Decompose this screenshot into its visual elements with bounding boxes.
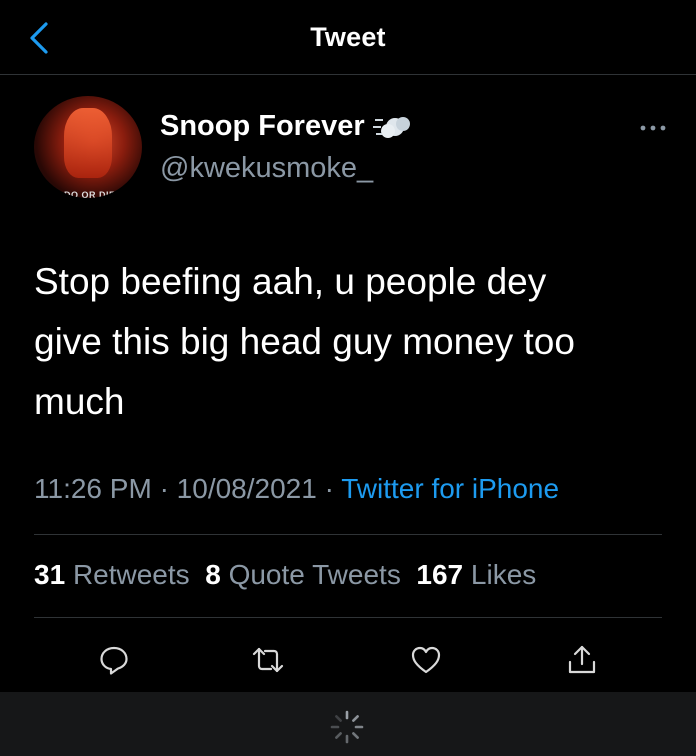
more-horizontal-icon	[640, 125, 666, 131]
reply-icon	[100, 646, 128, 675]
page-title: Tweet	[310, 22, 386, 52]
retweet-button[interactable]	[250, 642, 286, 678]
retweets-label: Retweets	[72, 559, 190, 590]
like-button[interactable]	[408, 642, 444, 678]
tweet-stats: 31 Retweets 8 Quote Tweets 167 Likes	[34, 559, 536, 591]
likes-label: Likes	[470, 559, 537, 590]
tweet-time: 11:26 PM	[34, 473, 152, 504]
tweet-meta: 11:26 PM · 10/08/2021 · Twitter for iPho…	[34, 473, 559, 505]
display-name-row[interactable]: Snoop Forever	[160, 110, 413, 143]
top-nav-bar: Tweet	[0, 0, 696, 75]
tweet-text: Stop beefing aah, u people dey give this…	[34, 261, 575, 422]
quote-tweets-stat[interactable]: 8 Quote Tweets	[205, 559, 401, 590]
dash-cloud-icon	[372, 116, 410, 138]
reply-button[interactable]	[96, 642, 132, 678]
share-icon	[568, 645, 596, 674]
separator: ·	[324, 473, 342, 504]
tweet-source-link[interactable]: Twitter for iPhone	[341, 473, 559, 504]
like-icon	[411, 646, 441, 674]
retweets-stat[interactable]: 31 Retweets	[34, 559, 190, 590]
user-handle[interactable]: @kwekusmoke_	[160, 152, 373, 185]
quotes-label: Quote Tweets	[228, 559, 401, 590]
loading-spinner-icon	[330, 710, 364, 744]
quotes-count: 8	[205, 559, 221, 590]
share-button[interactable]	[564, 642, 600, 678]
likes-stat[interactable]: 167 Likes	[416, 559, 536, 590]
retweet-icon	[252, 647, 284, 673]
more-options-button[interactable]	[638, 118, 668, 138]
display-name[interactable]: Snoop Forever	[160, 110, 365, 143]
likes-count: 167	[416, 559, 464, 590]
tweet-author: DO OR DIE Snoop Forever @kwekusmoke_	[34, 96, 666, 200]
divider	[34, 617, 662, 618]
avatar-caption: DO OR DIE	[64, 190, 116, 198]
action-bar	[0, 636, 696, 684]
avatar[interactable]: DO OR DIE	[34, 96, 142, 198]
retweets-count: 31	[34, 559, 66, 590]
tweet-date: 10/08/2021	[176, 473, 317, 504]
bottom-loading-bar	[0, 692, 696, 756]
avatar-figure	[64, 108, 112, 178]
divider	[34, 534, 662, 535]
separator: ·	[159, 473, 177, 504]
